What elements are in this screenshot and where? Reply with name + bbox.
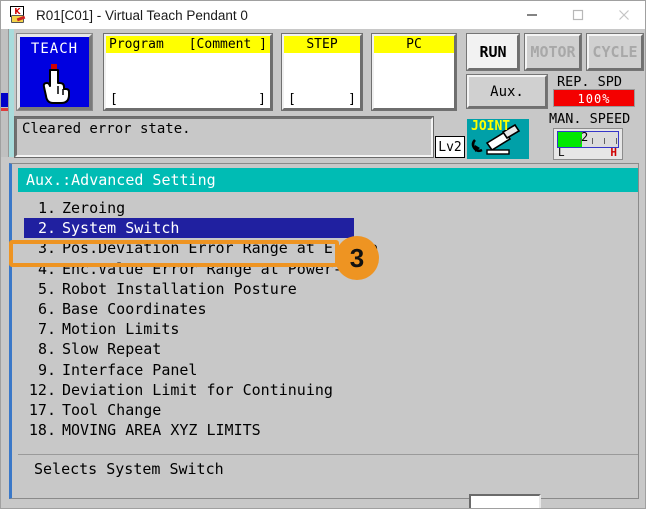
- teach-mode-button[interactable]: TEACH: [17, 34, 92, 110]
- program-value-right: ]: [258, 92, 266, 107]
- hint-text: Selects System Switch: [34, 460, 224, 478]
- menu-item-motion-limits[interactable]: 7. Motion Limits: [12, 319, 638, 339]
- menu-item-number: 1.: [37, 199, 56, 218]
- menu-item-number: 6.: [37, 300, 56, 319]
- pc-field-header: PC: [374, 36, 454, 53]
- teach-label: TEACH: [30, 41, 79, 57]
- title-bar: K R01[C01] - Virtual Teach Pendant 0: [1, 1, 645, 30]
- menu-item-tool-change[interactable]: 17. Tool Change: [12, 400, 638, 420]
- step-field[interactable]: STEP [ ]: [282, 34, 362, 110]
- menu-item-zeroing[interactable]: 1. Zeroing: [12, 198, 638, 218]
- section-title: Aux.:Advanced Setting: [18, 168, 638, 192]
- menu-item-system-switch[interactable]: 2. System Switch: [24, 218, 354, 239]
- menu-item-number: 17.: [28, 400, 56, 419]
- run-status-button[interactable]: RUN: [467, 34, 519, 70]
- window-controls: [509, 1, 645, 29]
- menu-item-label: Slow Repeat: [62, 340, 162, 359]
- program-field-header: Program [Comment ]: [106, 36, 270, 53]
- left-rail-accent: [9, 29, 14, 157]
- step-value-right: ]: [348, 92, 356, 107]
- menu-item-label: Tool Change: [62, 400, 162, 419]
- menu-item-label: Deviation Limit for Continuing: [62, 380, 333, 399]
- program-field-body: [ ]: [106, 53, 270, 108]
- rail-marker-red: [1, 108, 8, 111]
- menu-item-robot-installation-posture[interactable]: 5. Robot Installation Posture: [12, 279, 638, 299]
- pc-field-body: [374, 53, 454, 108]
- menu-item-number: 3.: [37, 239, 56, 258]
- menu-item-number: 9.: [37, 360, 56, 379]
- menu-item-label: Enc.Value Error Range at Power-ON: [62, 259, 361, 278]
- pendant-body: TEACH Program [Comment ] [ ] STEP [] PC…: [1, 29, 645, 508]
- menu-item-label: Interface Panel: [62, 360, 198, 379]
- program-header-left: Program: [109, 37, 164, 52]
- program-field[interactable]: Program [Comment ] [ ]: [104, 34, 272, 110]
- program-value-left: [: [110, 92, 118, 107]
- menu-item-label: Pos.Deviation Error Range at E-Stop: [62, 239, 379, 258]
- menu-item-number: 4.: [37, 259, 56, 278]
- joint-mode-icon[interactable]: JOINT: [467, 119, 529, 159]
- manual-speed-level: 2: [581, 130, 589, 144]
- menu-item-interface-panel[interactable]: 9. Interface Panel: [12, 360, 638, 380]
- menu-item-number: 5.: [37, 279, 56, 298]
- joint-mode-label: JOINT: [471, 119, 511, 134]
- maximize-icon[interactable]: [555, 1, 601, 29]
- menu-item-moving-area-xyz-limits[interactable]: 18. MOVING AREA XYZ LIMITS: [12, 420, 638, 440]
- menu-item-label: Robot Installation Posture: [62, 279, 297, 298]
- step-number-badge: 3: [335, 236, 379, 280]
- manual-speed-fill: [558, 132, 582, 147]
- menu-item-number: 8.: [37, 340, 56, 359]
- robot-app-icon: K: [9, 6, 27, 24]
- program-header-right: [Comment ]: [188, 37, 267, 52]
- pointing-hand-icon: [37, 63, 73, 109]
- menu-item-label: Motion Limits: [62, 320, 180, 339]
- left-rail: [1, 29, 9, 157]
- aux-button[interactable]: Aux.: [467, 75, 547, 108]
- hint-separator: [18, 454, 638, 455]
- menu-item-deviation-limit-for-continuing[interactable]: 12. Deviation Limit for Continuing: [12, 380, 638, 400]
- virtual-teach-pendant-window: K R01[C01] - Virtual Teach Pendant 0 TEA…: [0, 0, 646, 509]
- manual-speed-gauge[interactable]: 2 L H: [553, 128, 623, 160]
- status-message-bar: Cleared error state.: [15, 117, 433, 157]
- menu-item-label: System Switch: [62, 219, 180, 238]
- window-title: R01[C01] - Virtual Teach Pendant 0: [36, 7, 248, 23]
- step-field-header: STEP: [284, 36, 360, 53]
- menu-item-label: Base Coordinates: [62, 300, 207, 319]
- menu-item-number: 18.: [28, 421, 56, 440]
- repeat-speed-value: 100%: [553, 89, 635, 107]
- minimize-icon[interactable]: [509, 1, 555, 29]
- menu-item-number: 12.: [28, 380, 56, 399]
- menu-item-number: 7.: [37, 320, 56, 339]
- gauge-tick: [616, 138, 617, 144]
- repeat-speed-label: REP. SPD: [557, 74, 623, 90]
- step-value-left: [: [288, 92, 296, 107]
- menu-item-enc-value-error-range-at-power-on[interactable]: 4. Enc.Value Error Range at Power-ON: [12, 259, 638, 279]
- step-field-body: [ ]: [284, 53, 360, 108]
- content-panel: Aux.:Advanced Setting 1. Zeroing 2. System …: [9, 163, 639, 499]
- advanced-setting-menu: 1. Zeroing 2. System Switch 3. Pos.Deviation …: [12, 198, 638, 440]
- menu-item-slow-repeat[interactable]: 8. Slow Repeat: [12, 339, 638, 359]
- menu-item-base-coordinates[interactable]: 6. Base Coordinates: [12, 299, 638, 319]
- pc-field[interactable]: PC: [372, 34, 456, 110]
- gauge-tick: [604, 138, 605, 144]
- cycle-status-button[interactable]: CYCLE: [587, 34, 643, 70]
- motor-status-button[interactable]: MOTOR: [525, 34, 581, 70]
- manual-speed-high-mark: H: [610, 146, 617, 159]
- gauge-tick: [592, 138, 593, 144]
- status-badge-level: Lv2: [435, 136, 465, 158]
- close-icon[interactable]: [601, 1, 645, 29]
- value-input-box[interactable]: [469, 494, 541, 508]
- menu-item-label: MOVING AREA XYZ LIMITS: [62, 421, 261, 440]
- menu-item-number: 2.: [37, 219, 56, 238]
- rail-marker-blue: [1, 93, 8, 107]
- menu-item-label: Zeroing: [62, 199, 126, 218]
- manual-speed-low-mark: L: [558, 146, 565, 159]
- manual-speed-label: MAN. SPEED: [549, 111, 631, 127]
- menu-item-pos-deviation-error-range-at-e-stop[interactable]: 3. Pos.Deviation Error Range at E-Stop: [12, 238, 638, 258]
- status-message-text: Cleared error state.: [22, 121, 191, 137]
